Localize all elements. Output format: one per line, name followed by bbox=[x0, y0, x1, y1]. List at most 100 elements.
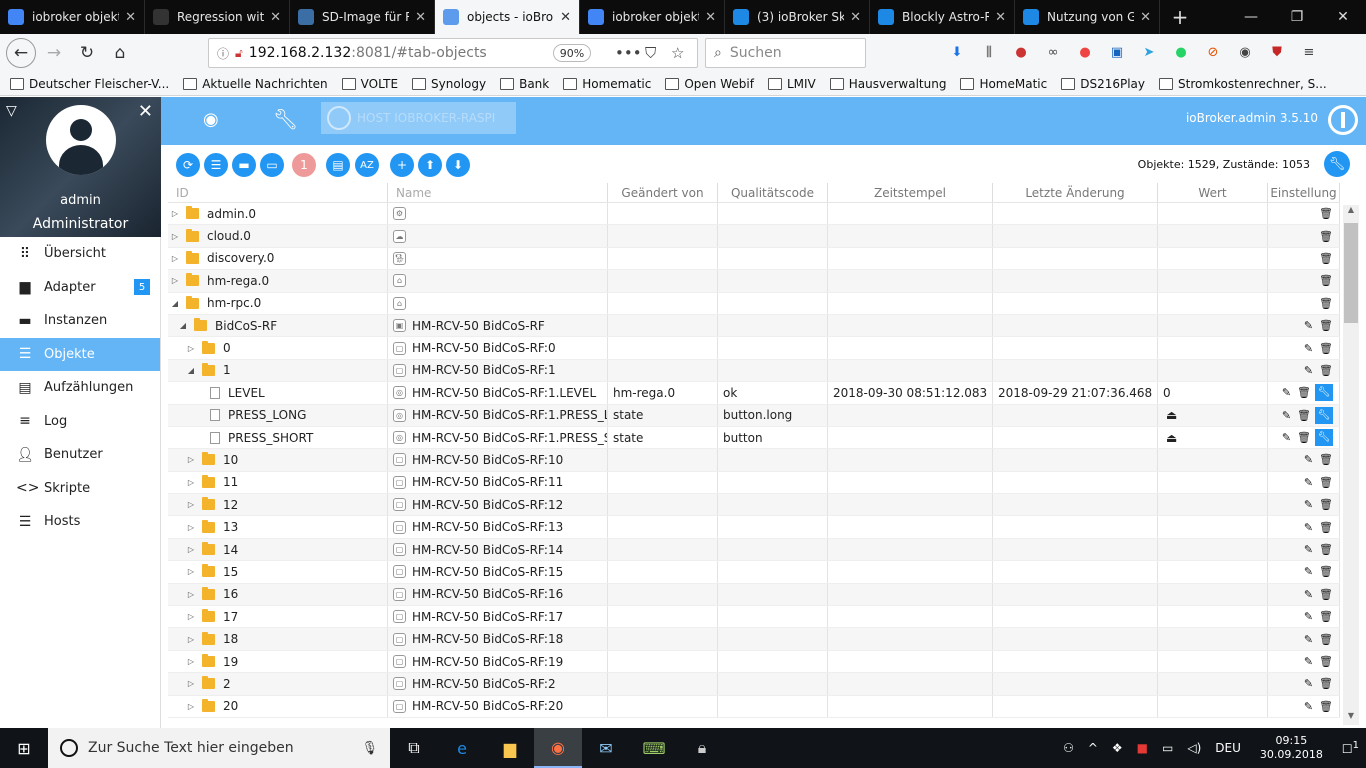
sidebar-item-hosts[interactable]: ☰ Hosts bbox=[0, 505, 160, 539]
edit-icon[interactable]: ✎ bbox=[1282, 409, 1291, 422]
value-cell[interactable]: ⏏ bbox=[1158, 404, 1268, 426]
close-tab-icon[interactable]: ✕ bbox=[995, 10, 1006, 25]
sidebar-item-adapter[interactable]: ▆ Adapter 5 bbox=[0, 271, 160, 305]
table-row[interactable]: ▷ 15 ▢ HM-RCV-50 BidCoS-RF:15 ✎ 🗑︎ bbox=[168, 561, 1340, 584]
table-row[interactable]: ▷ 19 ▢ HM-RCV-50 BidCoS-RF:19 ✎ 🗑︎ bbox=[168, 650, 1340, 674]
expand-icon[interactable]: ▷ bbox=[186, 679, 196, 688]
delete-icon[interactable]: 🗑︎ bbox=[1319, 319, 1333, 332]
bookmark-item[interactable]: Deutscher Fleischer-V... bbox=[10, 77, 169, 91]
iobroker-power-icon[interactable] bbox=[1328, 105, 1358, 135]
expand-icon[interactable]: ▷ bbox=[186, 612, 196, 621]
edit-icon[interactable]: ✎ bbox=[1304, 543, 1313, 556]
bookmark-star-icon[interactable]: ☆ bbox=[671, 44, 684, 62]
close-tab-icon[interactable]: ✕ bbox=[415, 10, 426, 25]
edit-icon[interactable]: ✎ bbox=[1282, 386, 1291, 399]
table-row[interactable]: ▷ 16 ▢ HM-RCV-50 BidCoS-RF:16 ✎ 🗑︎ bbox=[168, 583, 1340, 607]
volume-icon[interactable]: ◁) bbox=[1187, 741, 1201, 755]
expand-icon[interactable]: ▷ bbox=[170, 276, 180, 285]
bookmark-item[interactable]: VOLTE bbox=[341, 77, 398, 91]
table-row[interactable]: ▷ admin.0 ⚙ 🗑︎ bbox=[168, 203, 1340, 226]
edit-icon[interactable]: ✎ bbox=[1304, 342, 1313, 355]
table-row[interactable]: PRESS_LONG ◎ HM-RCV-50 BidCoS-RF:1.PRESS_L… bbox=[168, 404, 1340, 427]
delete-icon[interactable]: 🗑︎ bbox=[1319, 453, 1333, 466]
column-header[interactable]: Letzte Änderung bbox=[993, 183, 1158, 202]
delete-icon[interactable]: 🗑︎ bbox=[1319, 476, 1333, 489]
bookmark-item[interactable]: Open Webif bbox=[665, 77, 754, 91]
page-actions-icon[interactable]: ••• bbox=[615, 44, 642, 62]
table-row[interactable]: ▷ 12 ▢ HM-RCV-50 BidCoS-RF:12 ✎ 🗑︎ bbox=[168, 494, 1340, 517]
edit-icon[interactable]: ✎ bbox=[1304, 319, 1313, 332]
minimize-button[interactable]: — bbox=[1228, 0, 1274, 34]
table-row[interactable]: ◢ hm-rpc.0 ⌂ 🗑︎ bbox=[168, 292, 1340, 315]
delete-icon[interactable]: 🗑︎ bbox=[1319, 252, 1333, 265]
tray-chevron-icon[interactable]: ^ bbox=[1088, 741, 1098, 755]
expand-icon[interactable]: ▷ bbox=[170, 209, 180, 218]
sidebar-item-aufzählungen[interactable]: ▤ Aufzählungen bbox=[0, 371, 160, 405]
expand-icon[interactable]: ▷ bbox=[186, 523, 196, 532]
delete-icon[interactable]: 🗑︎ bbox=[1297, 431, 1311, 444]
explorer-icon[interactable]: ▆ bbox=[486, 728, 534, 768]
delete-icon[interactable]: 🗑︎ bbox=[1319, 700, 1333, 713]
language-indicator[interactable]: DEU bbox=[1215, 741, 1241, 755]
table-row[interactable]: ▷ 17 ▢ HM-RCV-50 BidCoS-RF:17 ✎ 🗑︎ bbox=[168, 606, 1340, 629]
expand-icon[interactable]: ▷ bbox=[186, 657, 196, 666]
wrench-icon[interactable]: 🔧︎ bbox=[1315, 406, 1333, 424]
close-sidebar-icon[interactable]: ✕ bbox=[138, 101, 153, 122]
delete-icon[interactable]: 🗑︎ bbox=[1319, 274, 1333, 287]
task-view-icon[interactable]: ⧉ bbox=[390, 728, 438, 768]
scroll-up-icon[interactable]: ▲ bbox=[1343, 205, 1359, 219]
table-row[interactable]: ▷ 20 ▢ HM-RCV-50 BidCoS-RF:20 ✎ 🗑︎ bbox=[168, 695, 1340, 718]
upload-button[interactable]: ⬆ bbox=[418, 153, 442, 177]
table-row[interactable]: ▷ hm-rega.0 ⌂ 🗑︎ bbox=[168, 270, 1340, 293]
url-bar[interactable]: ⓘ 🔓︎ 192.168.2.132:8081/#tab-objects 90%… bbox=[208, 38, 698, 68]
microphone-icon[interactable]: 🎙︎ bbox=[361, 741, 378, 756]
bookmark-item[interactable]: DS216Play bbox=[1061, 77, 1145, 91]
table-scrollbar[interactable]: ▲ ▼ bbox=[1343, 205, 1359, 725]
delete-icon[interactable]: 🗑︎ bbox=[1297, 409, 1311, 422]
expand-icon[interactable]: ▷ bbox=[186, 500, 196, 509]
link-extension-icon[interactable]: ∞ bbox=[1044, 44, 1062, 62]
notification-icon[interactable]: ☐1 bbox=[1342, 740, 1359, 756]
browser-tab[interactable]: iobroker objekte ✕ bbox=[580, 0, 725, 34]
zoom-indicator[interactable]: 90% bbox=[553, 44, 591, 62]
delete-icon[interactable]: 🗑︎ bbox=[1319, 342, 1333, 355]
sidebar-item-übersicht[interactable]: ⠿ Übersicht bbox=[0, 237, 160, 271]
search-input[interactable]: ⌕ Suchen bbox=[705, 38, 866, 68]
delete-icon[interactable]: 🗑︎ bbox=[1319, 207, 1333, 220]
expand-collapse-icon[interactable]: ◢ bbox=[178, 321, 188, 330]
close-tab-icon[interactable]: ✕ bbox=[125, 10, 136, 25]
level-button[interactable]: 1 bbox=[292, 153, 316, 177]
ublock-extension-icon[interactable]: ⛊ bbox=[1268, 44, 1286, 62]
delete-icon[interactable]: 🗑︎ bbox=[1319, 498, 1333, 511]
library-icon[interactable]: ⫼ bbox=[980, 44, 998, 62]
browser-tab[interactable]: Nutzung von Gi ✕ bbox=[1015, 0, 1160, 34]
expand-icon[interactable]: ▷ bbox=[170, 232, 180, 241]
adblock-extension-icon[interactable]: ⊘ bbox=[1204, 44, 1222, 62]
wrench-icon[interactable]: 🔧︎ bbox=[273, 107, 298, 131]
wrench-icon[interactable]: 🔧︎ bbox=[1315, 429, 1333, 447]
delete-icon[interactable]: 🗑︎ bbox=[1319, 610, 1333, 623]
close-tab-icon[interactable]: ✕ bbox=[1140, 10, 1151, 25]
table-row[interactable]: ▷ 14 ▢ HM-RCV-50 BidCoS-RF:14 ✎ 🗑︎ bbox=[168, 538, 1340, 562]
sidebar-item-log[interactable]: ≡ Log bbox=[0, 405, 160, 439]
edit-icon[interactable]: ✎ bbox=[1304, 655, 1313, 668]
value-cell[interactable]: 0 bbox=[1158, 382, 1268, 404]
close-tab-icon[interactable]: ✕ bbox=[270, 10, 281, 25]
browser-tab[interactable]: Blockly Astro-Re ✕ bbox=[870, 0, 1015, 34]
edit-icon[interactable]: ✎ bbox=[1304, 588, 1313, 601]
restore-button[interactable]: ❐ bbox=[1274, 0, 1320, 34]
expand-icon[interactable]: ▷ bbox=[170, 254, 180, 263]
expand-icon[interactable]: ▷ bbox=[186, 635, 196, 644]
bookmark-item[interactable]: Synology bbox=[412, 77, 486, 91]
sidebar-item-benutzer[interactable]: 👤︎ Benutzer bbox=[0, 438, 160, 472]
delete-icon[interactable]: 🗑︎ bbox=[1319, 655, 1333, 668]
table-row[interactable]: ◢ BidCoS-RF ▣ HM-RCV-50 BidCoS-RF ✎ 🗑︎ bbox=[168, 314, 1340, 338]
table-row[interactable]: LEVEL ◎ HM-RCV-50 BidCoS-RF:1.LEVEL hm-rega… bbox=[168, 382, 1340, 405]
sidebar-item-skripte[interactable]: <> Skripte bbox=[0, 472, 160, 506]
edit-icon[interactable]: ✎ bbox=[1304, 364, 1313, 377]
home-button[interactable]: ⌂ bbox=[105, 38, 135, 68]
people-icon[interactable]: ⚇ bbox=[1063, 741, 1074, 755]
table-row[interactable]: ▷ 0 ▢ HM-RCV-50 BidCoS-RF:0 ✎ 🗑︎ bbox=[168, 337, 1340, 360]
column-header[interactable]: ID bbox=[168, 183, 388, 202]
add-object-button[interactable]: + bbox=[390, 153, 414, 177]
